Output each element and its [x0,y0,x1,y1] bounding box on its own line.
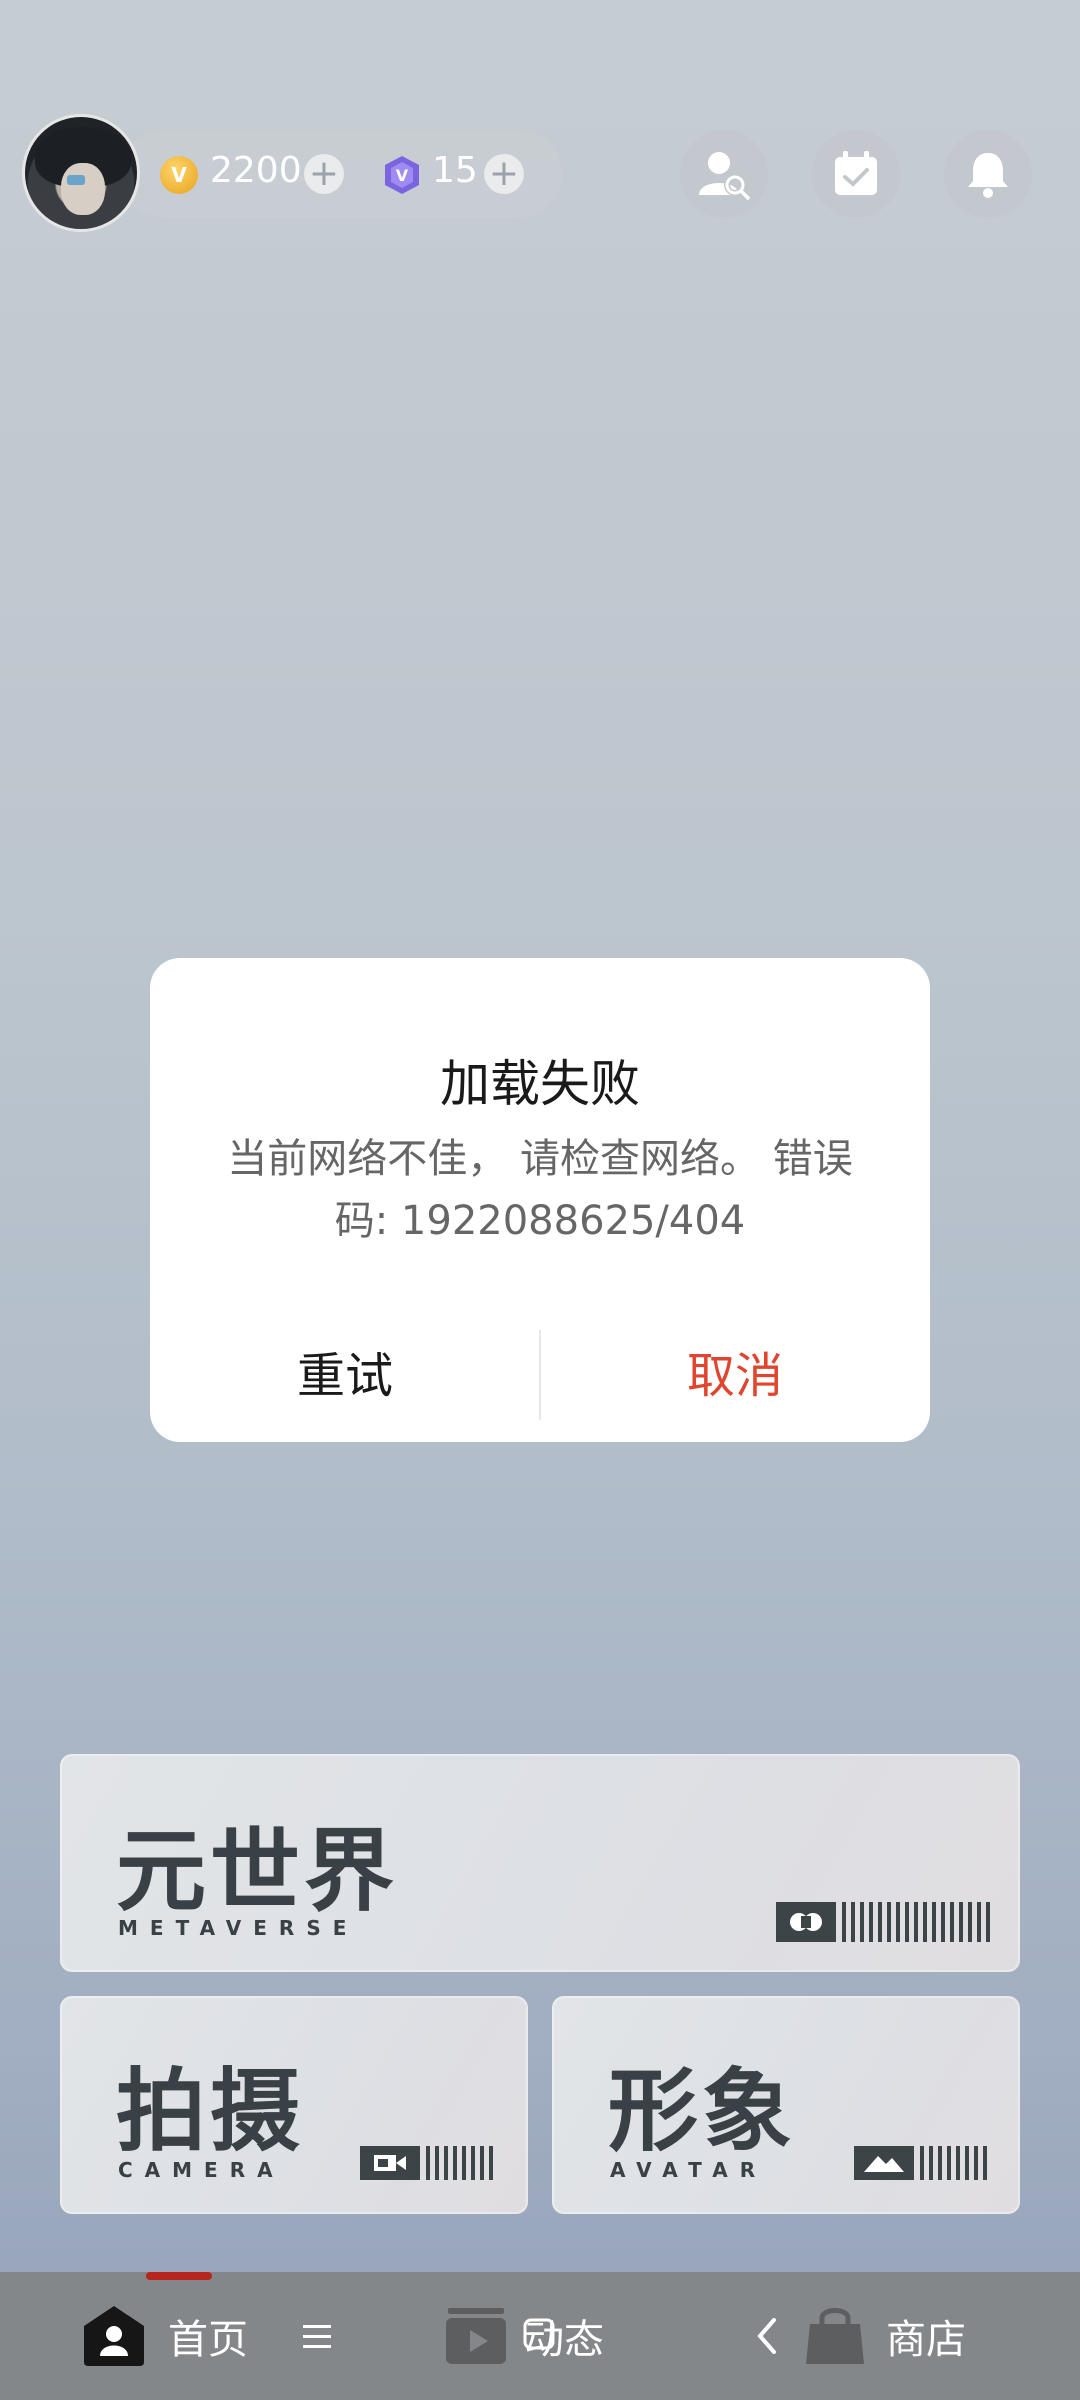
camera-barcode [360,2146,496,2180]
back-button[interactable] [752,2296,782,2376]
active-tab-indicator [146,2272,212,2280]
user-avatar[interactable] [22,114,140,232]
currency-bar: V 2200 + V 15 + [120,130,562,218]
camera-title: 拍摄 [116,2059,304,2164]
menu-icon [303,2325,331,2348]
nav-shop-label: 商店 [886,2317,966,2363]
nav-menu-button[interactable] [300,2296,334,2376]
coin-amount: 2200 [210,150,302,191]
find-friends-button[interactable] [680,130,768,218]
error-dialog: 加载失败 当前网络不佳， 请检查网络。 错误码: 1922088625/404 … [150,958,930,1442]
calendar-check-icon [835,151,877,195]
gem-amount: 15 [432,150,478,191]
avatar-barcode [854,2146,990,2180]
camera-glyph-icon [360,2146,420,2180]
metaverse-barcode [776,1902,992,1942]
user-search-icon [699,152,750,200]
overview-button[interactable] [522,2314,556,2354]
svg-text:V: V [396,166,409,185]
metaverse-title: 元世界 [116,1819,398,1924]
video-icon [446,2308,506,2364]
shopping-bag-icon [806,2308,864,2364]
avatar-subtitle: AVATAR [610,2158,768,2182]
gem-icon: V [385,156,419,194]
nav-home[interactable]: 首页 [80,2296,248,2376]
coin-icon: V [160,156,198,194]
vr-glasses-icon [776,1902,836,1942]
checkin-button[interactable] [812,130,900,218]
nav-shop[interactable]: 商店 [804,2296,966,2376]
notifications-button[interactable] [944,130,1032,218]
add-coins-button[interactable]: + [304,154,344,194]
dialog-title: 加载失败 [440,1055,640,1113]
camera-subtitle: CAMERA [118,2158,285,2182]
square-icon [523,2318,555,2350]
bell-icon [968,153,1008,198]
cancel-button[interactable]: 取消 [540,1336,930,1416]
home-icon [84,2306,144,2366]
dialog-message: 当前网络不佳， 请检查网络。 错误码: 1922088625/404 [227,1136,853,1244]
metaverse-card[interactable]: 元世界 METAVERSE [60,1754,1020,1972]
nav-home-label: 首页 [168,2317,248,2363]
mountain-icon [854,2146,914,2180]
metaverse-subtitle: METAVERSE [118,1916,359,1940]
avatar-title: 形象 [608,2059,796,2164]
retry-button[interactable]: 重试 [150,1336,540,1416]
chevron-left-icon [757,2318,776,2354]
camera-card[interactable]: 拍摄 CAMERA [60,1996,528,2214]
avatar-card[interactable]: 形象 AVATAR [552,1996,1020,2214]
add-gems-button[interactable]: + [484,154,524,194]
